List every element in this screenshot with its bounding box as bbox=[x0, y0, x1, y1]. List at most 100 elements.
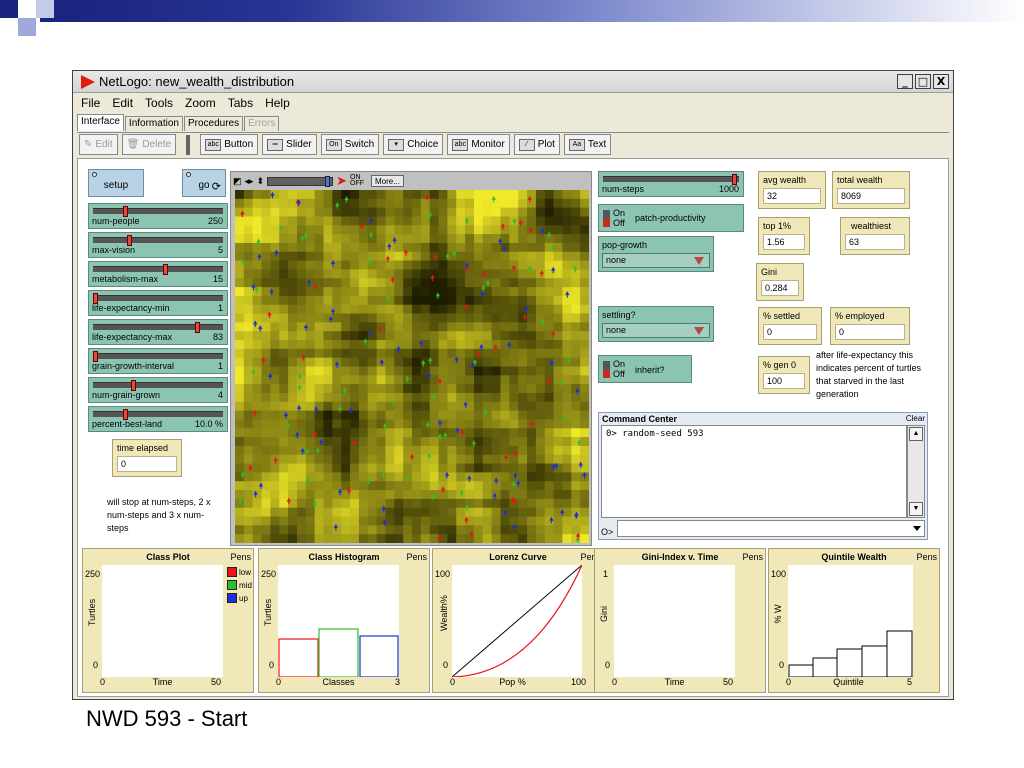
equality-line bbox=[451, 564, 583, 678]
switch-off-label: Off bbox=[613, 369, 625, 379]
slide-deco-square bbox=[18, 18, 36, 36]
slider-track[interactable] bbox=[93, 324, 223, 330]
edit-button[interactable]: ✎ Edit bbox=[79, 134, 118, 155]
view-updates-toggle[interactable]: ON OFF bbox=[350, 174, 368, 187]
button-indicator-icon bbox=[186, 172, 191, 177]
max-vision-slider[interactable]: max-vision 5 bbox=[88, 232, 228, 258]
menu-help[interactable]: Help bbox=[265, 94, 290, 112]
tab-interface[interactable]: Interface bbox=[77, 114, 124, 131]
go-button[interactable]: go ⟳ bbox=[182, 169, 226, 197]
gen0-note: after life-expectancy this indicates per… bbox=[816, 350, 922, 399]
button-widget-icon: abc bbox=[205, 138, 222, 151]
menu-tools[interactable]: Tools bbox=[145, 94, 173, 112]
monitor-widget-icon: abc bbox=[452, 138, 469, 151]
num-grain-grown-slider[interactable]: num-grain-grown 4 bbox=[88, 377, 228, 403]
menu-file[interactable]: File bbox=[81, 94, 100, 112]
setup-button[interactable]: setup bbox=[88, 169, 144, 197]
plot-pens-label: Pens bbox=[742, 552, 763, 562]
vertical-resize-icon[interactable]: ⬍ bbox=[257, 176, 265, 187]
add-choice-tool[interactable]: ▾ Choice bbox=[383, 134, 444, 155]
life-expectancy-max-slider[interactable]: life-expectancy-max 83 bbox=[88, 319, 228, 345]
horizontal-resize-icon[interactable]: ◂▸ bbox=[245, 176, 254, 187]
legend-label: low bbox=[239, 567, 252, 577]
switch-name: inherit? bbox=[635, 365, 665, 375]
world-view[interactable] bbox=[235, 190, 589, 543]
plot-xlabel: Time bbox=[152, 677, 173, 687]
add-slider-tool[interactable]: ═ Slider bbox=[262, 134, 317, 155]
inherit-switch[interactable]: On Off inherit? bbox=[598, 355, 692, 383]
slider-track[interactable] bbox=[93, 353, 223, 359]
delete-button[interactable]: 🗑 Delete bbox=[121, 134, 177, 155]
num-steps-note: will stop at num-steps, 2 x num-steps an… bbox=[107, 497, 211, 533]
close-button[interactable]: X bbox=[933, 74, 949, 89]
monitor-label: % employed bbox=[835, 311, 885, 321]
num-people-slider[interactable]: num-people 250 bbox=[88, 203, 228, 229]
slider-track[interactable] bbox=[93, 382, 223, 388]
settling-chooser[interactable]: settling? none bbox=[598, 306, 714, 342]
chooser-value[interactable]: none bbox=[602, 323, 710, 338]
menu-zoom[interactable]: Zoom bbox=[185, 94, 216, 112]
slider-knob[interactable] bbox=[194, 322, 200, 333]
percent-best-land-slider[interactable]: percent-best-land 10.0 % bbox=[88, 406, 228, 432]
monitor-label: % gen 0 bbox=[763, 360, 797, 370]
chevron-down-icon[interactable] bbox=[913, 526, 921, 531]
grain-growth-interval-slider[interactable]: grain-growth-interval 1 bbox=[88, 348, 228, 374]
pop-growth-chooser[interactable]: pop-growth none bbox=[598, 236, 714, 272]
slider-knob[interactable] bbox=[162, 264, 168, 275]
slider-value: 4 bbox=[217, 390, 223, 400]
life-expectancy-min-slider[interactable]: life-expectancy-min 1 bbox=[88, 290, 228, 316]
slider-track[interactable] bbox=[93, 237, 223, 243]
plot-ymin: 0 bbox=[443, 660, 449, 670]
pencil-icon: ✎ bbox=[84, 139, 93, 150]
menu-edit[interactable]: Edit bbox=[112, 94, 133, 112]
slider-value: 1 bbox=[217, 303, 223, 313]
add-monitor-tool[interactable]: abc Monitor bbox=[447, 134, 510, 155]
legend-label: mid bbox=[239, 580, 252, 590]
switch-widget-icon: On bbox=[325, 138, 342, 151]
add-text-tool[interactable]: Aa Text bbox=[563, 134, 612, 155]
button-tool-label: Button bbox=[224, 139, 254, 150]
plot-ymin: 0 bbox=[93, 660, 99, 670]
slider-track[interactable] bbox=[603, 176, 739, 182]
menu-tabs[interactable]: Tabs bbox=[228, 94, 253, 112]
slider-track[interactable] bbox=[93, 208, 223, 214]
scroll-down-icon[interactable]: ▼ bbox=[909, 502, 923, 516]
monitor-label: wealthiest bbox=[851, 221, 892, 231]
slider-name: life-expectancy-min bbox=[92, 303, 170, 313]
metabolism-max-slider[interactable]: metabolism-max 15 bbox=[88, 261, 228, 287]
tab-procedures[interactable]: Procedures bbox=[183, 116, 244, 131]
add-button-tool[interactable]: abc Button bbox=[200, 134, 259, 155]
title-bar[interactable]: NetLogo: new_wealth_distribution _ □ X bbox=[73, 71, 953, 93]
slider-track[interactable] bbox=[93, 411, 223, 417]
tab-errors[interactable]: Errors bbox=[244, 116, 280, 131]
legend-label: up bbox=[239, 593, 248, 603]
switch-toggle[interactable] bbox=[603, 210, 610, 227]
shrink-icon[interactable]: ◩ bbox=[233, 176, 242, 187]
slider-name: num-people bbox=[92, 216, 140, 226]
patch-productivity-switch[interactable]: On Off patch-productivity bbox=[598, 204, 744, 232]
command-input[interactable] bbox=[617, 520, 925, 537]
clear-button[interactable]: Clear bbox=[906, 414, 925, 423]
maximize-button[interactable]: □ bbox=[915, 74, 931, 89]
plot-pens-label: Pens bbox=[230, 552, 251, 562]
slide-header-gradient bbox=[40, 0, 1024, 22]
slider-track[interactable] bbox=[93, 266, 223, 272]
speed-slider[interactable] bbox=[267, 175, 334, 187]
slider-track[interactable] bbox=[93, 295, 223, 301]
delete-label: Delete bbox=[142, 139, 172, 150]
speed-knob[interactable] bbox=[325, 175, 331, 187]
tab-information[interactable]: Information bbox=[124, 116, 183, 131]
minimize-button[interactable]: _ bbox=[897, 74, 913, 89]
chooser-value[interactable]: none bbox=[602, 253, 710, 268]
scroll-up-icon[interactable]: ▲ bbox=[909, 427, 923, 441]
add-plot-tool[interactable]: ⁄ Plot bbox=[513, 134, 560, 155]
switch-off-label: Off bbox=[613, 218, 625, 228]
command-output-scrollbar[interactable]: ▲ ▼ bbox=[907, 425, 925, 518]
num-steps-slider[interactable]: num-steps 1000 bbox=[598, 171, 744, 197]
settled-monitor: % settled 0 bbox=[758, 307, 822, 345]
more-button[interactable]: More... bbox=[371, 175, 404, 187]
plot-ymax: 250 bbox=[85, 569, 101, 579]
switch-toggle[interactable] bbox=[603, 361, 610, 378]
choice-tool-label: Choice bbox=[407, 139, 439, 150]
add-switch-tool[interactable]: On Switch bbox=[320, 134, 380, 155]
